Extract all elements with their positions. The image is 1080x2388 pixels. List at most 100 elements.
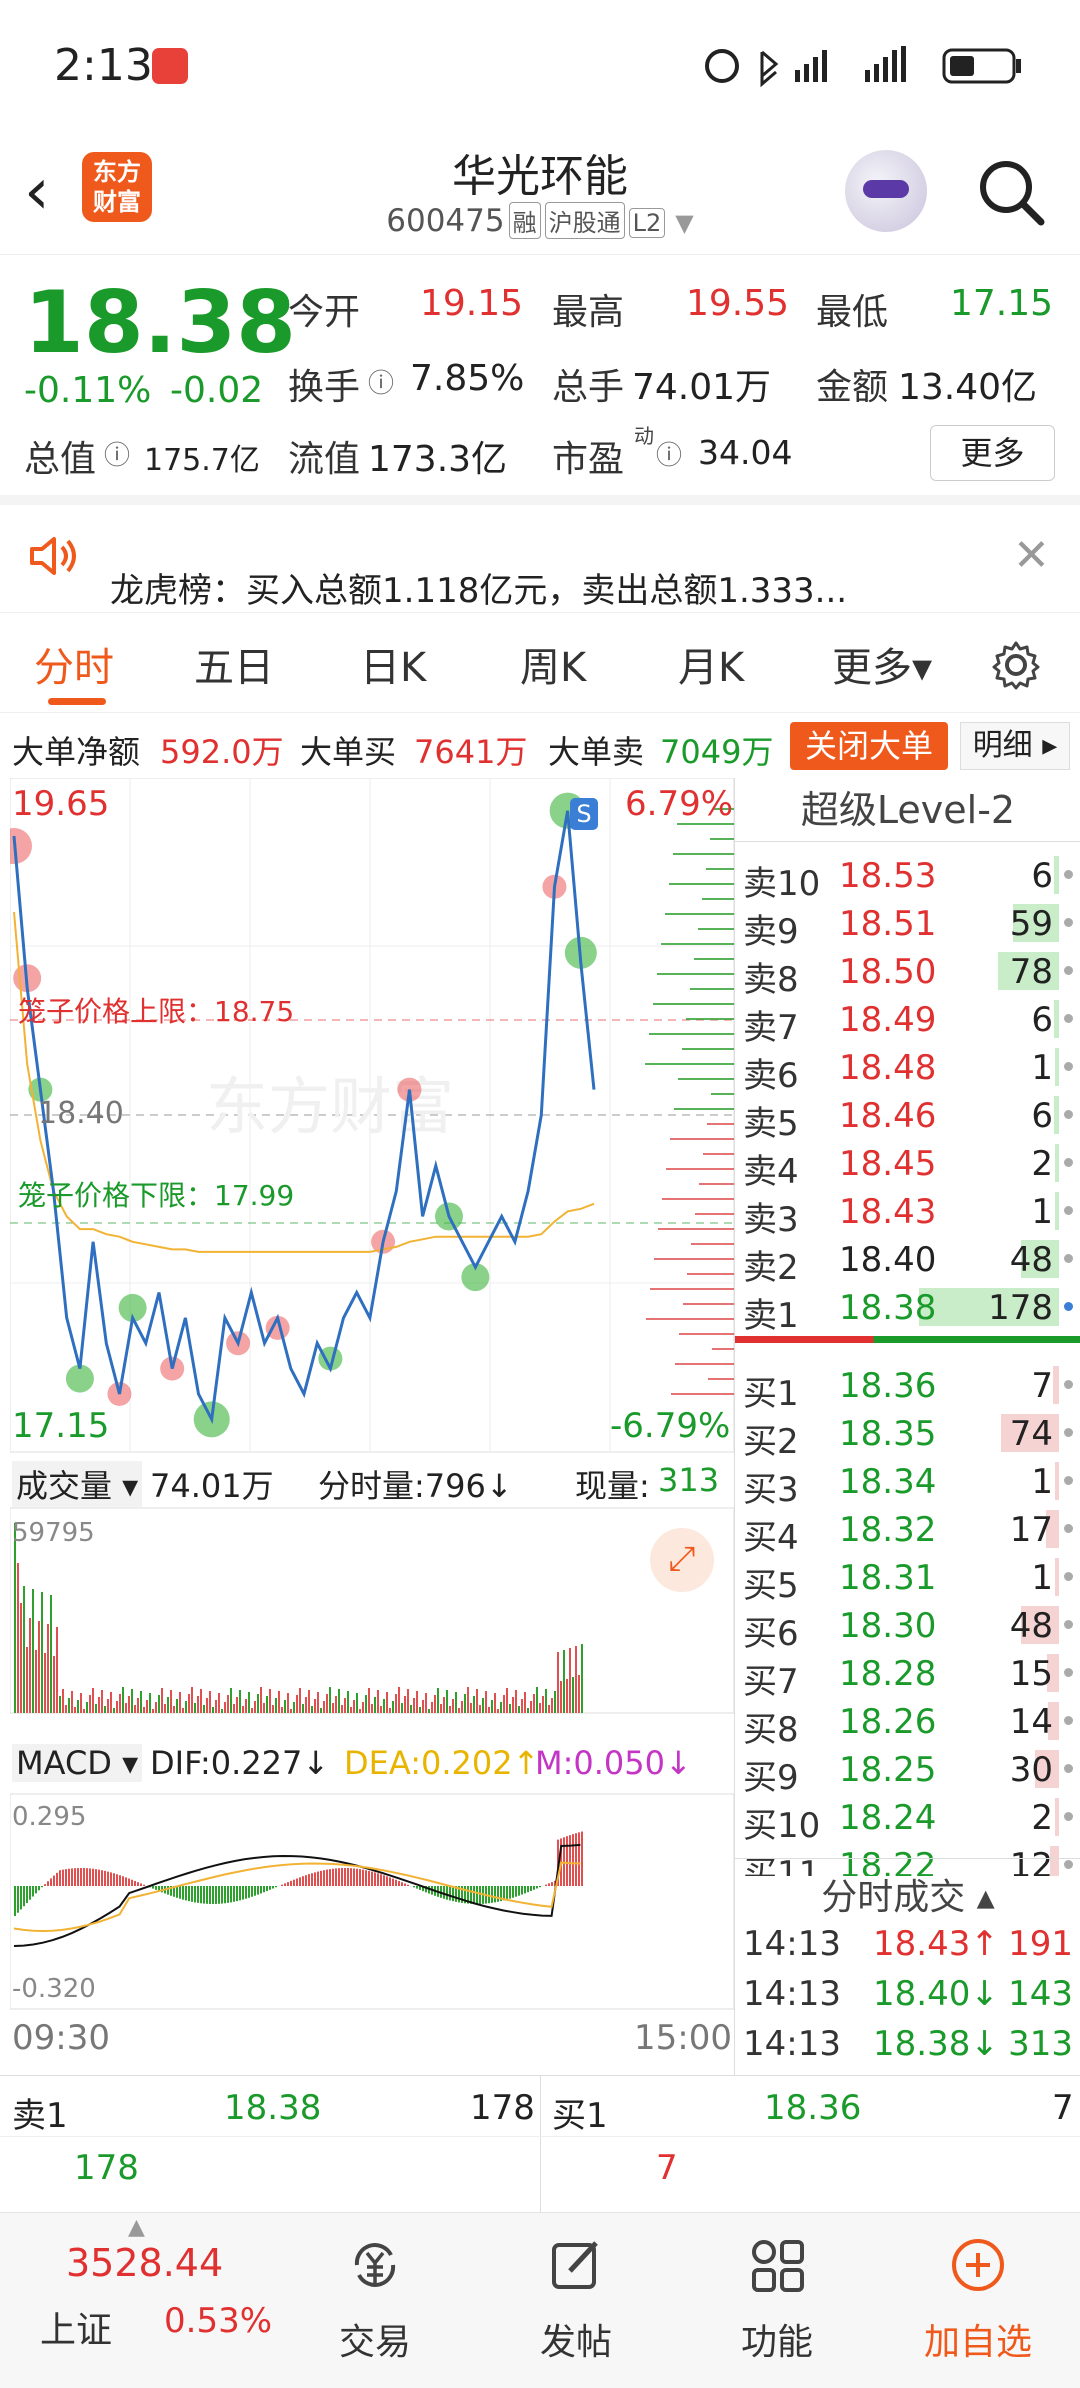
ask-row[interactable]: 卖10 18.53 6: [735, 850, 1080, 904]
volume-bar: [542, 1696, 544, 1713]
expand-icon[interactable]: ⤢: [650, 1528, 714, 1592]
bid-price: 18.35: [839, 1414, 937, 1454]
big-sell-label: 大单卖: [548, 733, 645, 771]
ask-row[interactable]: 卖5 18.46 6: [735, 1090, 1080, 1144]
macd-bar: [443, 1886, 445, 1899]
intraday-chart[interactable]: 东方财富 19.65 6.79% S 笼子价格上限：18.75 18.40 笼子…: [10, 778, 734, 2075]
macd-bar: [239, 1886, 241, 1901]
bid-row[interactable]: 买10 18.24 2: [735, 1792, 1080, 1846]
ask-row[interactable]: 卖9 18.51 59: [735, 898, 1080, 952]
bid-row[interactable]: 买9 18.25 30: [735, 1744, 1080, 1798]
macd-bar: [233, 1886, 235, 1902]
bid-volume: 15: [1009, 1654, 1053, 1694]
volume-bar: [416, 1691, 418, 1713]
bid-row[interactable]: 买3 18.34 1: [735, 1456, 1080, 1510]
bid-row[interactable]: 买1 18.36 7: [735, 1360, 1080, 1414]
ask-row[interactable]: 卖8 18.50 78: [735, 946, 1080, 1000]
time-end-label: 15:00: [634, 2018, 732, 2058]
bid-volume-bar: [1053, 1366, 1059, 1404]
assistant-avatar[interactable]: [845, 150, 927, 232]
index-ticker[interactable]: ▲ 3528.44 上证 0.53%: [0, 2213, 273, 2388]
macd-bar: [533, 1886, 535, 1890]
stock-header: ‹ 东方财富 华光环能 600475 融沪股通 L2 ▼: [0, 130, 1080, 255]
volume-bar: [353, 1700, 355, 1713]
ask-volume: 1: [1031, 1048, 1053, 1088]
volume-select[interactable]: 成交量 ▾: [12, 1461, 143, 1507]
tab-weekly-k[interactable]: 周K: [520, 635, 586, 693]
info-icon[interactable]: ⓘ: [104, 435, 130, 472]
bid-row[interactable]: 买6 18.30 48: [735, 1600, 1080, 1654]
ask-row[interactable]: 卖7 18.49 6: [735, 994, 1080, 1048]
bid-row[interactable]: 买7 18.28 15: [735, 1648, 1080, 1702]
search-icon[interactable]: [975, 156, 1047, 228]
volume-bar: [419, 1707, 421, 1713]
nav-post[interactable]: 发帖: [476, 2213, 676, 2388]
tab-intraday[interactable]: 分时: [34, 635, 114, 693]
nav-functions-label: 功能: [740, 2322, 813, 2363]
macd-bar: [287, 1882, 289, 1886]
ask-row[interactable]: 卖6 18.48 1: [735, 1042, 1080, 1096]
change-percent: -0.11%: [24, 370, 152, 411]
volume-bar: [443, 1697, 445, 1713]
close-icon[interactable]: ✕: [1013, 530, 1050, 581]
nav-trade[interactable]: 交易: [275, 2213, 475, 2388]
tab-more[interactable]: 更多▾: [832, 635, 932, 693]
macd-bar: [401, 1882, 403, 1886]
bid-row[interactable]: 买2 18.35 74: [735, 1408, 1080, 1462]
info-icon[interactable]: ⓘ: [368, 363, 394, 400]
ask-row[interactable]: 卖4 18.45 2: [735, 1138, 1080, 1192]
quick-quote[interactable]: 卖1 18.38 178 178 买1 18.36 7 7: [0, 2075, 1080, 2213]
ask-row[interactable]: 卖1 18.38 178: [735, 1282, 1080, 1336]
nav-add-watchlist[interactable]: 加自选: [878, 2213, 1078, 2388]
detail-button[interactable]: 明细 ▸: [960, 722, 1070, 770]
macd-select[interactable]: MACD ▾: [12, 1744, 143, 1782]
depth-bar: [661, 943, 734, 945]
more-button[interactable]: 更多: [930, 425, 1055, 481]
tab-daily-k[interactable]: 日K: [360, 635, 426, 693]
order-book[interactable]: 超级Level-2 卖10 18.53 6 卖9 18.51 59 卖8 18.50 78 卖7 1…: [734, 778, 1080, 2075]
macd-bar: [131, 1879, 133, 1886]
tab-five-day[interactable]: 五日: [194, 635, 274, 693]
depth-bar: [646, 1318, 734, 1320]
macd-bar: [404, 1883, 406, 1886]
macd-bar: [386, 1876, 388, 1886]
notice-bar[interactable]: 龙虎榜：买入总额1.118亿元，卖出总额1.333... ✕: [0, 505, 1080, 613]
price-top-label: 19.65: [12, 784, 110, 824]
volume-bar: [305, 1697, 307, 1713]
volume-bar: [77, 1700, 79, 1713]
volume-bar: [56, 1627, 58, 1713]
bid-row[interactable]: 买8 18.26 14: [735, 1696, 1080, 1750]
ask-row[interactable]: 卖2 18.40 48: [735, 1234, 1080, 1288]
info-icon[interactable]: ⓘ: [656, 435, 682, 472]
ask-row[interactable]: 卖3 18.43 1: [735, 1186, 1080, 1240]
m-value: M:0.050↓: [535, 1744, 692, 1782]
tab-monthly-k[interactable]: 月K: [678, 635, 744, 693]
close-big-order-button[interactable]: 关闭大单: [790, 722, 948, 770]
status-time: 2:13: [54, 40, 153, 91]
bid-price: 18.24: [839, 1798, 937, 1838]
tick-time: 14:13: [743, 1974, 841, 2014]
float-label: 流值: [288, 439, 361, 480]
macd-bar: [122, 1876, 124, 1886]
row-dot: [1064, 1428, 1073, 1437]
macd-bar: [521, 1886, 523, 1895]
ticks-title[interactable]: 分时成交 ▴: [735, 1868, 1080, 1920]
nav-functions[interactable]: 功能: [677, 2213, 877, 2388]
volume-bar: [53, 1656, 55, 1713]
order-book-title[interactable]: 超级Level-2: [735, 778, 1080, 842]
bid-row[interactable]: 买5 18.31 1: [735, 1552, 1080, 1606]
current-volume: 313: [658, 1461, 720, 1499]
bid-volume: 17: [1009, 1510, 1053, 1550]
settings-gear-icon[interactable]: [990, 639, 1042, 691]
index-pct: 0.53%: [164, 2301, 273, 2341]
volume-bar: [164, 1704, 166, 1713]
row-dot: [1064, 1764, 1073, 1773]
volume-bar: [146, 1700, 148, 1713]
s-marker[interactable]: S: [570, 798, 598, 830]
volume-bar: [242, 1706, 244, 1713]
bid-row[interactable]: 买4 18.32 17: [735, 1504, 1080, 1558]
macd-bar: [152, 1886, 154, 1889]
macd-bar: [32, 1886, 34, 1897]
ask-volume-bar: [1054, 856, 1059, 894]
macd-bar: [383, 1875, 385, 1886]
